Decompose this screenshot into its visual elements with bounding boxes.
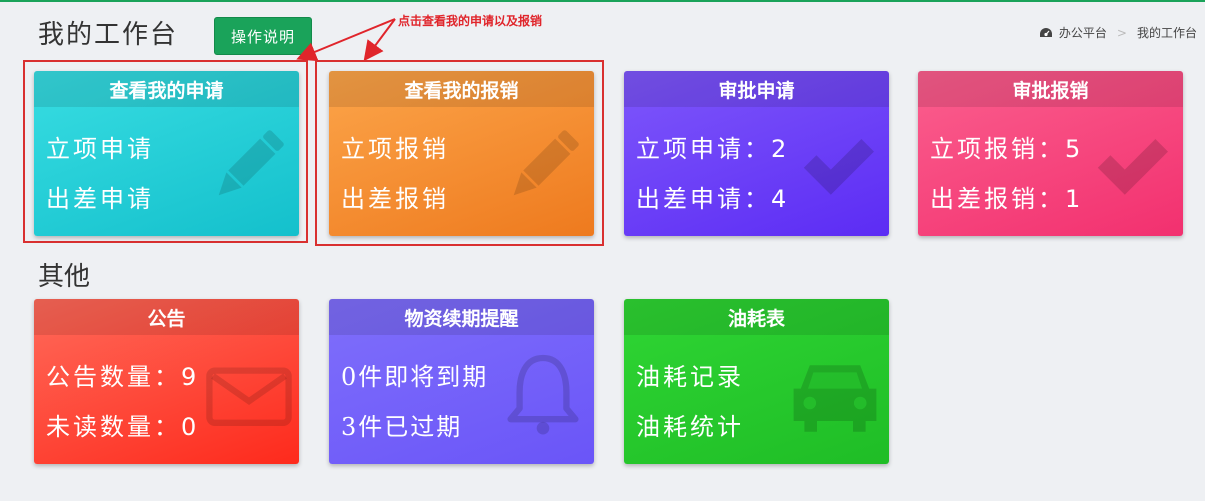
- dashboard-icon: [1039, 27, 1052, 37]
- card-link-project-application[interactable]: 立项申请: [46, 129, 154, 164]
- card-approve-reimbursements[interactable]: 审批报销 立项报销：5 出差报销：1: [918, 71, 1183, 236]
- card-title: 审批申请: [624, 71, 889, 107]
- card-link-travel-reimbursement[interactable]: 出差报销: [341, 179, 449, 214]
- unread-count[interactable]: 未读数量：0: [46, 407, 196, 442]
- card-title: 审批报销: [918, 71, 1183, 107]
- top-accent-line: [0, 0, 1205, 2]
- card-my-reimbursements[interactable]: 查看我的报销 立项报销 出差报销: [329, 71, 594, 236]
- count-value: 2: [771, 135, 787, 163]
- section-title-other: 其他: [38, 262, 91, 292]
- card-my-applications[interactable]: 查看我的申请 立项申请 出差申请: [34, 71, 299, 236]
- count-value: 4: [771, 185, 787, 213]
- card-link-travel-application[interactable]: 出差申请: [46, 179, 154, 214]
- bell-icon: [507, 354, 579, 435]
- card-title: 油耗表: [624, 299, 889, 335]
- count-value: 1: [1065, 185, 1081, 213]
- check-icon: [1097, 139, 1168, 195]
- card-link-project-reimbursement[interactable]: 立项报销: [341, 129, 449, 164]
- card-title: 物资续期提醒: [329, 299, 594, 335]
- card-title: 公告: [34, 299, 299, 335]
- card-announcements[interactable]: 公告 公告数量：9 未读数量：0: [34, 299, 299, 464]
- breadcrumb-separator: >: [1116, 25, 1127, 40]
- card-link-project-reimbursement-count[interactable]: 立项报销：5: [930, 129, 1080, 164]
- breadcrumb: 办公平台 > 我的工作台: [1039, 24, 1197, 41]
- car-icon: [793, 365, 877, 432]
- card-title: 查看我的报销: [329, 71, 594, 107]
- page-title: 我的工作台: [38, 20, 179, 50]
- card-link-travel-reimbursement-count[interactable]: 出差报销：1: [930, 179, 1080, 214]
- envelope-icon: [206, 367, 292, 426]
- count-value: 9: [181, 363, 197, 391]
- card-approve-applications[interactable]: 审批申请 立项申请：2 出差申请：4: [624, 71, 889, 236]
- check-icon: [803, 139, 874, 195]
- breadcrumb-item-platform[interactable]: 办公平台: [1059, 24, 1107, 41]
- count-value: 5: [1065, 135, 1081, 163]
- count-value: 0: [181, 413, 197, 441]
- fuel-statistics-link[interactable]: 油耗统计: [636, 407, 744, 442]
- pencil-icon: [218, 130, 284, 196]
- card-fuel-consumption[interactable]: 油耗表 油耗记录 油耗统计: [624, 299, 889, 464]
- card-link-project-application-count[interactable]: 立项申请：2: [636, 129, 786, 164]
- annotation-text: 点击查看我的申请以及报销: [398, 14, 543, 28]
- breadcrumb-item-current: 我的工作台: [1136, 26, 1197, 40]
- help-button[interactable]: 操作说明: [214, 17, 312, 55]
- card-supplies-renewal[interactable]: 物资续期提醒 0件即将到期 3件已过期: [329, 299, 594, 464]
- card-link-travel-application-count[interactable]: 出差申请：4: [636, 179, 786, 214]
- fuel-record-link[interactable]: 油耗记录: [636, 357, 744, 392]
- card-title: 查看我的申请: [34, 71, 299, 107]
- expired-link[interactable]: 3件已过期: [341, 407, 462, 442]
- expiring-soon-link[interactable]: 0件即将到期: [341, 357, 488, 392]
- pencil-icon: [513, 130, 579, 196]
- announcement-count[interactable]: 公告数量：9: [46, 357, 196, 392]
